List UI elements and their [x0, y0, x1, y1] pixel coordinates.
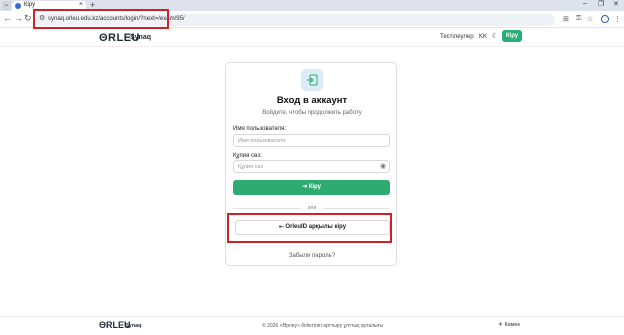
key-icon[interactable]: ⚿	[576, 15, 581, 23]
login-submit-button[interactable]: ⇥ Кіру	[233, 180, 390, 195]
translate-icon[interactable]: ⊞	[563, 15, 569, 23]
favicon-icon	[15, 3, 21, 9]
back-icon[interactable]: ←	[3, 13, 12, 23]
maximize-button[interactable]: ❐	[598, 0, 604, 8]
tests-link[interactable]: Тестілеулер	[440, 34, 474, 40]
site-logo-sub: Synaq	[130, 34, 152, 41]
header-divider	[0, 46, 624, 47]
forgot-password-link[interactable]: Забыли пароль?	[226, 253, 398, 259]
reload-icon[interactable]: ↻	[24, 13, 32, 24]
show-password-icon[interactable]: ◉	[380, 162, 386, 170]
profile-icon[interactable]	[601, 15, 609, 23]
window-close-button[interactable]: ✕	[613, 0, 619, 8]
footer-copyright: © 2026 «Өрлеу» біліктілігі арттыру ұлтты…	[262, 323, 384, 329]
tab-list-icon[interactable]: ⌄	[2, 1, 11, 10]
password-input[interactable]	[233, 160, 390, 173]
forward-icon[interactable]: →	[14, 13, 23, 23]
username-label: Имя пользователя:	[233, 126, 287, 132]
theme-moon-icon[interactable]: ☾	[492, 32, 498, 40]
tab-close-icon[interactable]: ×	[79, 1, 83, 8]
tab-title: Кіру	[24, 2, 36, 8]
or-divider-right	[323, 208, 390, 209]
header-login-button[interactable]: Кіру	[502, 30, 522, 42]
login-icon	[307, 74, 318, 86]
card-subtitle: Войдите, чтобы продолжить работу	[262, 110, 362, 116]
footer-help-link[interactable]: ☀ Көмек	[498, 322, 520, 328]
language-switch[interactable]: KK	[479, 34, 487, 40]
menu-kebab-icon[interactable]: ⋮	[614, 15, 621, 23]
orleuid-highlight-box	[227, 213, 392, 243]
card-title: Вход в аккаунт	[276, 95, 348, 106]
footer-logo-sub: Synaq	[125, 323, 142, 329]
bookmark-star-icon[interactable]: ☆	[587, 15, 593, 23]
password-label: Құпия сөз:	[233, 153, 262, 159]
login-icon-box	[301, 69, 323, 91]
footer-divider	[0, 316, 624, 317]
minimize-button[interactable]: –	[583, 0, 587, 7]
url-highlight-box	[33, 9, 169, 29]
username-input[interactable]	[233, 134, 390, 147]
